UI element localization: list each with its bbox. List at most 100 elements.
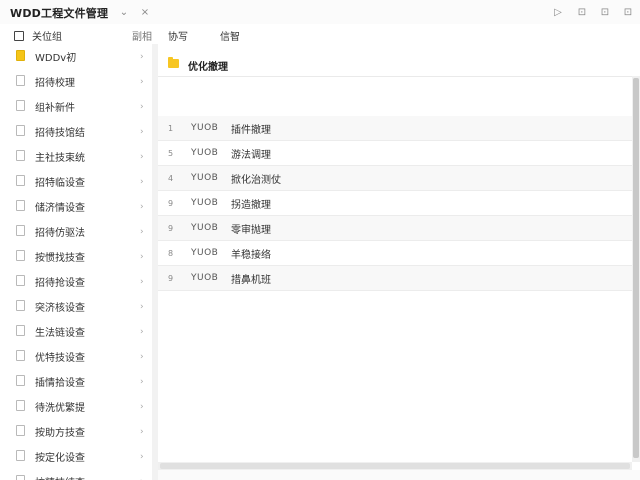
sidebar-item-label: 招待仿驱法 — [35, 228, 85, 239]
sidebar-item-label: 突济核设查 — [35, 303, 85, 314]
sidebar-item-label: 组补新件 — [35, 103, 75, 114]
row-name: 零审抛理 — [231, 224, 271, 236]
panel-icon — [14, 30, 24, 41]
row-code: YUOB — [191, 173, 219, 183]
row-code: YUOB — [191, 223, 219, 233]
file-icon — [16, 75, 25, 86]
row-number: 1 — [168, 123, 174, 133]
sidebar-item[interactable]: 插情拾设查 › — [0, 369, 152, 394]
sidebar-item[interactable]: 主社技束统 › — [0, 144, 152, 169]
sidebar-item[interactable]: 按定化设查 › — [0, 444, 152, 469]
chevron-right-icon: › — [140, 276, 144, 287]
sidebar: WDDv初 › 招待校理 › 组补新件 › 招待技馆结 › 主社技束统 › 招特临设查 › 储济情设查 ›… — [0, 44, 152, 480]
sidebar-item[interactable]: 按惯找技查 › — [0, 244, 152, 269]
chevron-right-icon: › — [140, 101, 144, 112]
file-icon — [16, 475, 25, 480]
sidebar-item[interactable]: 招待抢设查 › — [0, 269, 152, 294]
chevron-right-icon: › — [140, 251, 144, 262]
table-row[interactable]: 4 YUOB 掀化治测仗 — [158, 166, 634, 191]
scroll-thumb-h[interactable] — [160, 463, 630, 469]
sidebar-item-label: 主社技束统 — [35, 153, 85, 164]
sidebar-item[interactable]: 按助方技查 › — [0, 419, 152, 444]
group-label: 关位组 — [32, 32, 62, 43]
main-pane: 优化撤理 1 YUOB 插件撤理 5 YUOB 游法调理 4 YUOB 掀化治测仗 9 YUOB 拐造… — [158, 44, 640, 480]
chevron-right-icon: › — [140, 326, 144, 337]
chevron-right-icon: › — [140, 301, 144, 312]
file-icon — [16, 375, 25, 386]
folder-icon — [168, 57, 179, 68]
row-code: YUOB — [191, 198, 219, 208]
row-code: YUOB — [191, 148, 219, 158]
chevron-right-icon: › — [140, 76, 144, 87]
play-icon[interactable]: ▷ — [550, 4, 566, 20]
chevron-down-icon[interactable]: ⌄ — [116, 4, 132, 20]
table-row[interactable]: 5 YUOB 游法调理 — [158, 141, 634, 166]
info-button[interactable]: 信智 — [220, 28, 240, 43]
row-number: 5 — [168, 148, 174, 158]
row-name: 插件撤理 — [231, 124, 271, 136]
row-number: 9 — [168, 198, 174, 208]
horizontal-scrollbar[interactable] — [158, 462, 632, 470]
row-code: YUOB — [191, 248, 219, 258]
group-button[interactable]: 关位组 — [14, 28, 62, 43]
sidebar-item-label: WDDv初 — [35, 53, 77, 64]
sidebar-item[interactable]: 储济情设查 › — [0, 194, 152, 219]
row-number: 9 — [168, 273, 174, 283]
row-code: YUOB — [191, 273, 219, 283]
row-name: 游法调理 — [231, 149, 271, 161]
sidebar-item[interactable]: WDDv初 › — [0, 44, 152, 69]
table-row[interactable]: 9 YUOB 零审抛理 — [158, 216, 634, 241]
sidebar-item[interactable]: 招待仿驱法 › — [0, 219, 152, 244]
maximize-icon[interactable]: ⊡ — [597, 4, 613, 20]
title-bar: WDD工程文件管理 ⌄ × ▷ ⊡ ⊡ ⊡ — [0, 0, 640, 24]
chevron-right-icon: › — [140, 226, 144, 237]
sidebar-item-label: 生法链设查 — [35, 328, 85, 339]
sidebar-item[interactable]: 招待技馆结 › — [0, 119, 152, 144]
table-row[interactable]: 9 YUOB 措鼻机班 — [158, 266, 634, 291]
sidebar-item-label: 招特临设查 — [35, 178, 85, 189]
file-icon — [16, 450, 25, 461]
folder-name: 优化撤理 — [188, 62, 228, 73]
chevron-right-icon: › — [140, 126, 144, 137]
chevron-right-icon: › — [140, 401, 144, 412]
sidebar-item-label: 优特技设查 — [35, 353, 85, 364]
sidebar-item-label: 按惯找技查 — [35, 253, 85, 264]
chevron-right-icon: › — [140, 426, 144, 437]
close-icon[interactable]: × — [137, 4, 153, 20]
file-icon — [16, 300, 25, 311]
file-list: 1 YUOB 插件撤理 5 YUOB 游法调理 4 YUOB 掀化治测仗 9 YUOB 拐造撤理 9 YU… — [158, 116, 634, 291]
scroll-thumb[interactable] — [633, 78, 639, 458]
sidebar-item[interactable]: 待洗优繁提 › — [0, 394, 152, 419]
file-icon — [16, 400, 25, 411]
file-icon — [16, 425, 25, 436]
sidebar-item[interactable]: 突济核设查 › — [0, 294, 152, 319]
file-icon — [16, 225, 25, 236]
vertical-scrollbar[interactable] — [632, 76, 640, 462]
sidebar-item[interactable]: 生法链设查 › — [0, 319, 152, 344]
file-icon — [16, 275, 25, 286]
collaborate-button[interactable]: 协写 — [168, 28, 188, 43]
sidebar-item[interactable]: 组补新件 › — [0, 94, 152, 119]
sidebar-item[interactable]: 招特临设查 › — [0, 169, 152, 194]
sidebar-item[interactable]: 坊精技结查 › — [0, 469, 152, 480]
folder-header[interactable]: 优化撤理 — [158, 48, 640, 78]
file-icon — [16, 175, 25, 186]
row-name: 措鼻机班 — [231, 274, 271, 286]
sidebar-item-label: 招待校理 — [35, 78, 75, 89]
status-bar — [158, 470, 640, 480]
table-row[interactable]: 1 YUOB 插件撤理 — [158, 116, 634, 141]
chevron-right-icon: › — [140, 451, 144, 462]
row-number: 8 — [168, 248, 174, 258]
row-number: 4 — [168, 173, 174, 183]
window-close-icon[interactable]: ⊡ — [620, 4, 636, 20]
table-row[interactable]: 9 YUOB 拐造撤理 — [158, 191, 634, 216]
file-icon — [16, 150, 25, 161]
sidebar-item[interactable]: 招待校理 › — [0, 69, 152, 94]
chevron-right-icon: › — [140, 176, 144, 187]
toolbar: 关位组 副相 协写 信智 — [0, 26, 640, 44]
file-icon — [16, 325, 25, 336]
row-name: 拐造撤理 — [231, 199, 271, 211]
minimize-icon[interactable]: ⊡ — [574, 4, 590, 20]
sidebar-item[interactable]: 优特技设查 › — [0, 344, 152, 369]
table-row[interactable]: 8 YUOB 羊稳接络 — [158, 241, 634, 266]
